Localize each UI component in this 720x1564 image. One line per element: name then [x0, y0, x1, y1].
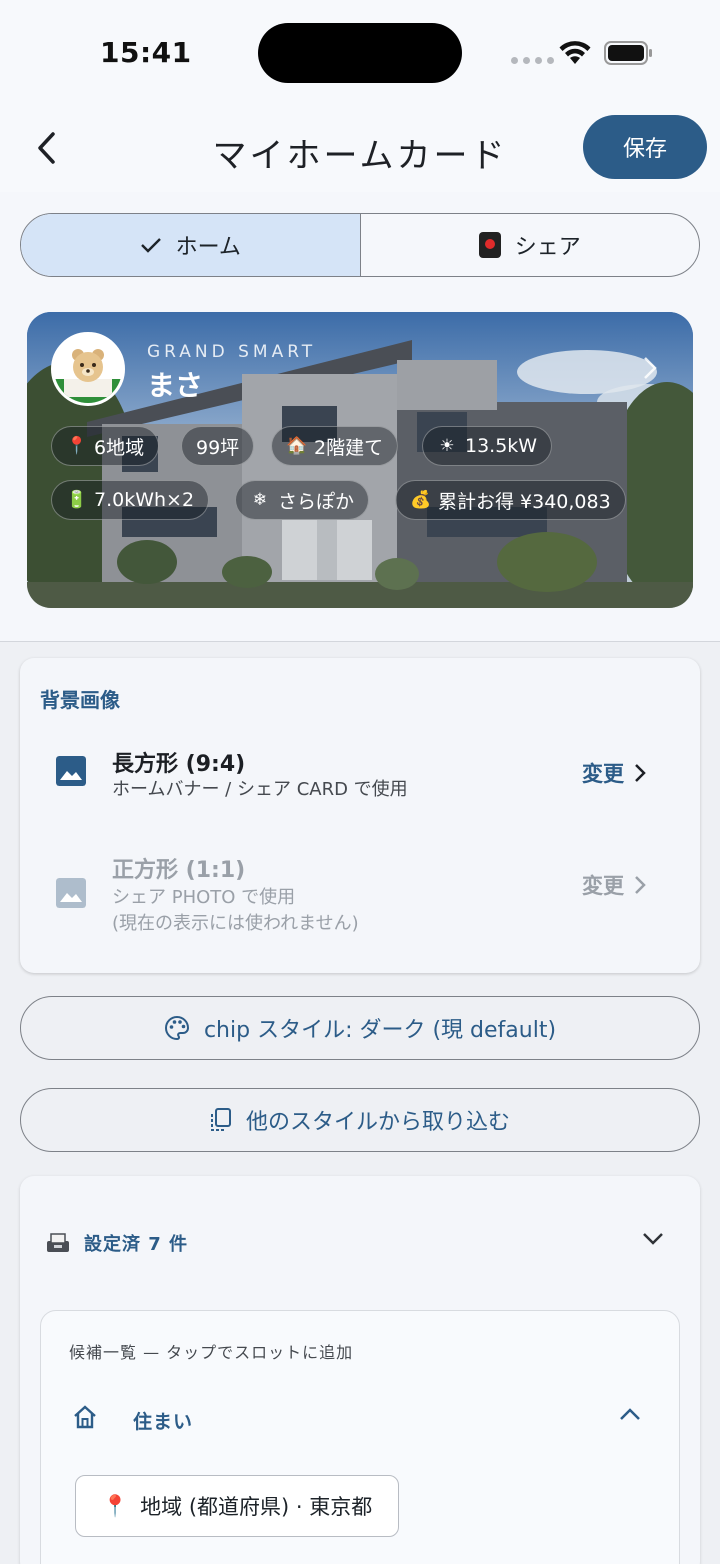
chip-floors: 🏠 2階建て	[271, 426, 399, 466]
chip-style-button[interactable]: chip スタイル: ダーク (現 default)	[20, 996, 700, 1060]
change-label: 変更	[582, 874, 624, 898]
tab-home[interactable]: ホーム	[21, 214, 361, 276]
chip-label: 累計お得 ¥340,083	[438, 490, 611, 513]
chip-area: 99坪	[181, 426, 255, 466]
tray-icon	[47, 1233, 69, 1252]
chevron-up-icon	[620, 1408, 640, 1420]
candidates-note: 候補一覧 — タップでスロットに追加	[69, 1343, 354, 1362]
chevron-right-icon	[635, 764, 646, 782]
background-image-panel: 背景画像 長方形 (9:4) ホームバナー / シェア CARD で使用 変更 …	[20, 658, 700, 973]
category-row-housing[interactable]: 住まい	[71, 1399, 651, 1439]
status-bar: 15:41	[0, 0, 720, 104]
chip-label: 6地域	[94, 436, 145, 459]
list-item-rectangle[interactable]: 長方形 (9:4) ホームバナー / シェア CARD で使用 変更	[20, 728, 700, 818]
save-button[interactable]: 保存	[583, 115, 707, 179]
chip-savings: 💰 累計お得 ¥340,083	[395, 480, 626, 520]
battery-icon	[604, 41, 652, 65]
chip-label: 7.0kWh×2	[94, 489, 195, 511]
item-title: 正方形 (1:1)	[112, 858, 246, 883]
candidates-list: 候補一覧 — タップでスロットに追加 住まい 📍 地域 (都道府県) · 東京都	[40, 1310, 680, 1564]
chip-label: 2階建て	[314, 436, 384, 459]
wifi-icon	[559, 41, 591, 64]
house-icon: 🏠	[286, 436, 308, 456]
battery-icon: 🔋	[66, 490, 88, 510]
change-button-disabled: 変更	[582, 870, 646, 900]
tab-share[interactable]: シェア	[361, 214, 700, 276]
chip-label: 99坪	[196, 436, 240, 459]
status-time: 15:41	[100, 36, 192, 69]
item-note: (現在の表示には使われません)	[112, 913, 359, 934]
slots-header[interactable]: 設定済 7 件	[46, 1230, 188, 1256]
home-icon	[74, 1405, 96, 1429]
money-bag-icon: 💰	[410, 490, 432, 510]
image-icon	[56, 756, 86, 786]
item-subtitle: シェア PHOTO で使用	[112, 887, 296, 908]
signal-icon	[511, 57, 554, 64]
candidate-chip-region[interactable]: 📍 地域 (都道府県) · 東京都	[75, 1475, 400, 1537]
chevron-down-icon[interactable]	[642, 1232, 664, 1246]
list-item-square[interactable]: 正方形 (1:1) シェア PHOTO で使用 (現在の表示には使われません) …	[20, 848, 700, 948]
change-label: 変更	[582, 762, 624, 786]
chevron-right-icon	[635, 876, 646, 894]
pin-icon: 📍	[102, 1493, 129, 1518]
import-label: 他のスタイルから取り込む	[245, 1110, 510, 1135]
sun-icon: ☀	[439, 436, 455, 456]
top-app-bar: マイホームカード 保存	[0, 104, 720, 192]
import-style-button[interactable]: 他のスタイルから取り込む	[20, 1088, 700, 1152]
pin-icon: 📍	[66, 436, 88, 456]
chevron-right-icon	[644, 357, 657, 379]
chip-label: さらぽか	[278, 490, 355, 513]
check-icon	[140, 238, 161, 253]
slots-count-label: 設定済 7 件	[84, 1234, 189, 1255]
chip-label: 13.5kW	[465, 435, 538, 457]
mode-segmented-control: ホーム シェア	[20, 213, 700, 277]
avatar	[51, 332, 125, 406]
chevron-left-icon	[38, 132, 55, 164]
item-subtitle: ホームバナー / シェア CARD で使用	[112, 779, 408, 800]
dynamic-island	[258, 23, 462, 83]
page-title: マイホームカード	[212, 136, 508, 176]
section-title: 背景画像	[40, 688, 120, 712]
owner-name: まさ	[147, 369, 204, 402]
slots-panel: 設定済 7 件 候補一覧 — タップでスロットに追加 住まい 📍 地域 (都道府…	[20, 1176, 700, 1564]
bear-avatar-icon	[54, 335, 122, 403]
copy-icon	[210, 1108, 231, 1131]
chip-style-label: chip スタイル: ダーク (現 default)	[203, 1018, 557, 1043]
tab-home-label: ホーム	[175, 235, 241, 260]
snowflake-icon: ❄	[252, 490, 268, 510]
preview-area: ホーム シェア GRAND SMART まさ 📍 6地域 99坪 🏠 2階建て …	[0, 192, 720, 642]
chip-aircon: ❄ さらぽか	[235, 480, 370, 520]
category-label: 住まい	[133, 1411, 194, 1433]
tab-share-label: シェア	[514, 235, 581, 260]
item-title: 長方形 (9:4)	[112, 752, 246, 777]
chip-solar: ☀ 13.5kW	[422, 426, 553, 466]
change-button[interactable]: 変更	[582, 758, 646, 788]
back-button[interactable]	[24, 124, 68, 172]
home-banner[interactable]: GRAND SMART まさ 📍 6地域 99坪 🏠 2階建て ☀ 13.5kW…	[27, 312, 693, 608]
palette-icon	[165, 1015, 189, 1041]
chip-battery: 🔋 7.0kWh×2	[51, 480, 210, 520]
candidate-chip-label: 地域 (都道府県) · 東京都	[140, 1495, 373, 1519]
brand-label: GRAND SMART	[147, 342, 317, 362]
card-icon	[478, 232, 501, 258]
image-icon	[56, 878, 86, 908]
chip-region: 📍 6地域	[51, 426, 160, 466]
